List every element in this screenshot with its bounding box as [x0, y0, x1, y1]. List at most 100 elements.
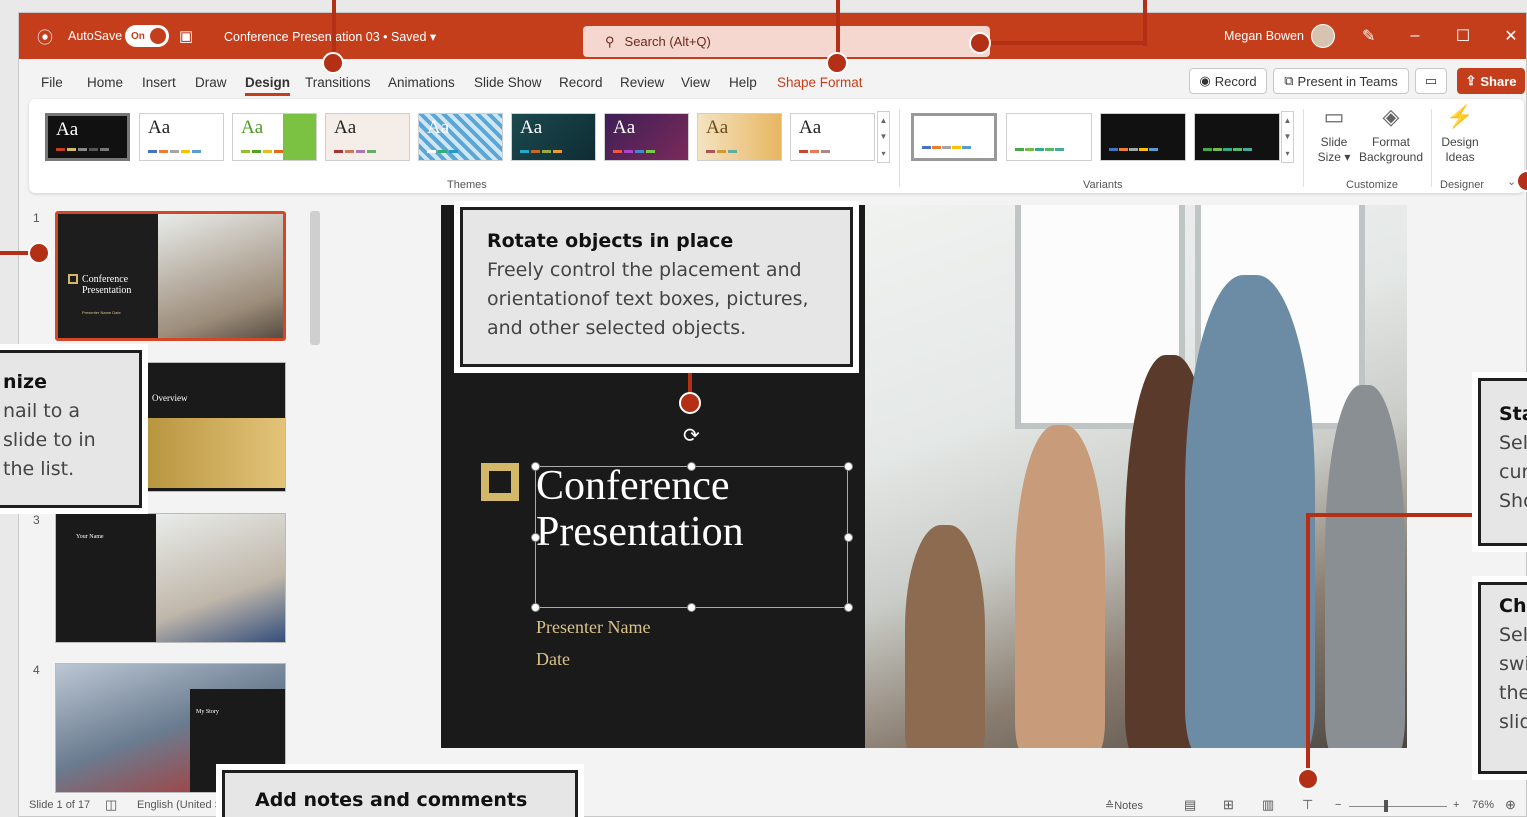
slide-title[interactable]: Conference Presentation [536, 463, 744, 555]
slide-thumbnail-1[interactable]: Conference Presentation Presenter Name D… [55, 211, 286, 341]
designer-group-label: Designer [1440, 179, 1485, 191]
fit-slide-icon[interactable]: ⊕ [1505, 797, 1516, 813]
pen-icon[interactable]: ✎ [1362, 13, 1375, 59]
resize-handle[interactable] [687, 603, 696, 612]
language-indicator[interactable]: English (United St [137, 799, 225, 811]
variant-4[interactable] [1194, 113, 1280, 161]
slide-size-button[interactable]: ▭ Slide Size ▾ [1309, 103, 1359, 165]
thumbnail-scrollbar[interactable] [308, 197, 322, 787]
resize-handle[interactable] [844, 462, 853, 471]
slide-thumbnail-3[interactable]: Your Name [55, 513, 286, 643]
theme-office-dark[interactable]: Aa [45, 113, 130, 161]
comments-icon[interactable]: ▭ [1415, 68, 1447, 94]
tab-record[interactable]: Record [559, 70, 603, 98]
search-box[interactable]: ⚲ Search (Alt+Q) [583, 26, 990, 57]
variant-2[interactable] [1006, 113, 1092, 161]
callout-start-slideshow: Sta Sel cur Sho [1478, 378, 1527, 546]
more-icon[interactable]: ▾ [881, 149, 885, 158]
title-bar: ⦿ AutoSave On ▣ Conference Presentation … [19, 13, 1526, 59]
tab-file[interactable]: File [41, 70, 63, 98]
minimize-icon[interactable]: – [1392, 13, 1438, 59]
zoom-slider-thumb[interactable] [1384, 800, 1388, 812]
rotate-handle-icon[interactable]: ⟳ [683, 423, 700, 448]
theme-facet[interactable]: Aa [232, 113, 317, 161]
thumb-title: Overview [152, 393, 188, 403]
slide-show-icon[interactable]: ⊤ [1302, 797, 1313, 813]
slide-sorter-icon[interactable]: ⊞ [1223, 797, 1234, 813]
callout-add-notes: Add notes and comments [222, 770, 578, 817]
callout-title: Add notes and comments [255, 789, 528, 811]
tab-slide-show[interactable]: Slide Show [474, 70, 542, 98]
zoom-level[interactable]: 76% [1472, 799, 1494, 811]
reading-view-icon[interactable]: ▥ [1262, 797, 1274, 813]
tab-insert[interactable]: Insert [142, 70, 176, 98]
tab-view[interactable]: View [681, 70, 710, 98]
theme-ion[interactable]: Aa [325, 113, 410, 161]
presenter-name[interactable]: Presenter Name [536, 617, 650, 638]
scrollbar-thumb[interactable] [310, 211, 320, 345]
theme-red-line[interactable]: Aa [790, 113, 875, 161]
accessibility-icon[interactable]: ◫ [105, 797, 117, 813]
thumb-title: Conference Presentation [82, 274, 132, 296]
user-name[interactable]: Megan Bowen [1224, 13, 1304, 59]
resize-handle[interactable] [531, 603, 540, 612]
theme-sample: Aa [613, 117, 636, 138]
theme-wood[interactable]: Aa [697, 113, 782, 161]
autosave-toggle[interactable]: On [125, 13, 169, 59]
photo-person [905, 525, 985, 748]
tab-animations[interactable]: Animations [388, 70, 455, 98]
close-icon[interactable]: ✕ [1488, 13, 1526, 59]
save-icon[interactable]: ▣ [179, 13, 193, 59]
theme-purple[interactable]: Aa [604, 113, 689, 161]
variant-3[interactable] [1100, 113, 1186, 161]
resize-handle[interactable] [844, 603, 853, 612]
notes-button[interactable]: ≙Notes [1105, 799, 1143, 812]
theme-teal[interactable]: Aa [511, 113, 596, 161]
zoom-in-icon[interactable]: + [1453, 799, 1459, 811]
design-ribbon: Aa Aa Aa Aa Aa Aa Aa Aa Aa ▲ ▼ ▾ Themes ▲ ▼… [29, 99, 1524, 193]
chevron-down-icon[interactable]: ▼ [1284, 132, 1292, 141]
more-icon[interactable]: ▾ [1285, 149, 1289, 158]
maximize-icon[interactable]: ☐ [1440, 13, 1486, 59]
variants-gallery-scroll[interactable]: ▲ ▼ ▾ [1281, 111, 1294, 163]
theme-sample: Aa [334, 117, 357, 138]
chevron-up-icon[interactable]: ▲ [1284, 116, 1292, 125]
tab-shape-format[interactable]: Shape Format [777, 70, 863, 98]
tab-review[interactable]: Review [620, 70, 664, 98]
photo-person [1325, 385, 1405, 748]
collapse-ribbon-icon[interactable]: ⌄ [1507, 175, 1516, 188]
tab-transitions[interactable]: Transitions [305, 70, 371, 98]
callout-dot [28, 242, 50, 264]
present-in-teams-button[interactable]: ⧉ Present in Teams [1273, 68, 1409, 94]
callout-dot [969, 32, 991, 54]
theme-dots[interactable]: Aa [418, 113, 503, 161]
slide-photo[interactable] [865, 205, 1407, 748]
record-label: Record [1214, 73, 1257, 89]
separator [1431, 109, 1432, 187]
slide-size-icon: ▭ [1323, 104, 1345, 129]
resize-handle[interactable] [844, 533, 853, 542]
tab-home[interactable]: Home [87, 70, 123, 98]
thumb-number: 1 [33, 211, 40, 225]
zoom-out-icon[interactable]: − [1335, 799, 1341, 811]
presentation-date[interactable]: Date [536, 649, 570, 670]
normal-view-icon[interactable]: ▤ [1184, 797, 1196, 813]
share-button[interactable]: ⇪ Share [1457, 68, 1525, 94]
teams-icon: ⧉ [1284, 73, 1294, 88]
variant-1[interactable] [911, 113, 997, 161]
callout-line [1143, 0, 1147, 46]
format-background-button[interactable]: ◈ Format Background [1355, 103, 1427, 165]
record-button[interactable]: ◉ Record [1189, 68, 1267, 94]
tab-draw[interactable]: Draw [195, 70, 227, 98]
tab-help[interactable]: Help [729, 70, 757, 98]
tab-design[interactable]: Design [245, 70, 291, 96]
themes-gallery-scroll[interactable]: ▲ ▼ ▾ [877, 111, 890, 163]
avatar[interactable] [1311, 13, 1335, 59]
chevron-up-icon[interactable]: ▲ [880, 116, 888, 125]
share-icon: ⇪ [1465, 73, 1477, 88]
theme-office[interactable]: Aa [139, 113, 224, 161]
design-ideas-button[interactable]: ⚡ Design Ideas [1435, 103, 1485, 165]
callout-dot [1297, 768, 1319, 790]
zoom-slider[interactable] [1349, 806, 1447, 807]
chevron-down-icon[interactable]: ▼ [880, 132, 888, 141]
